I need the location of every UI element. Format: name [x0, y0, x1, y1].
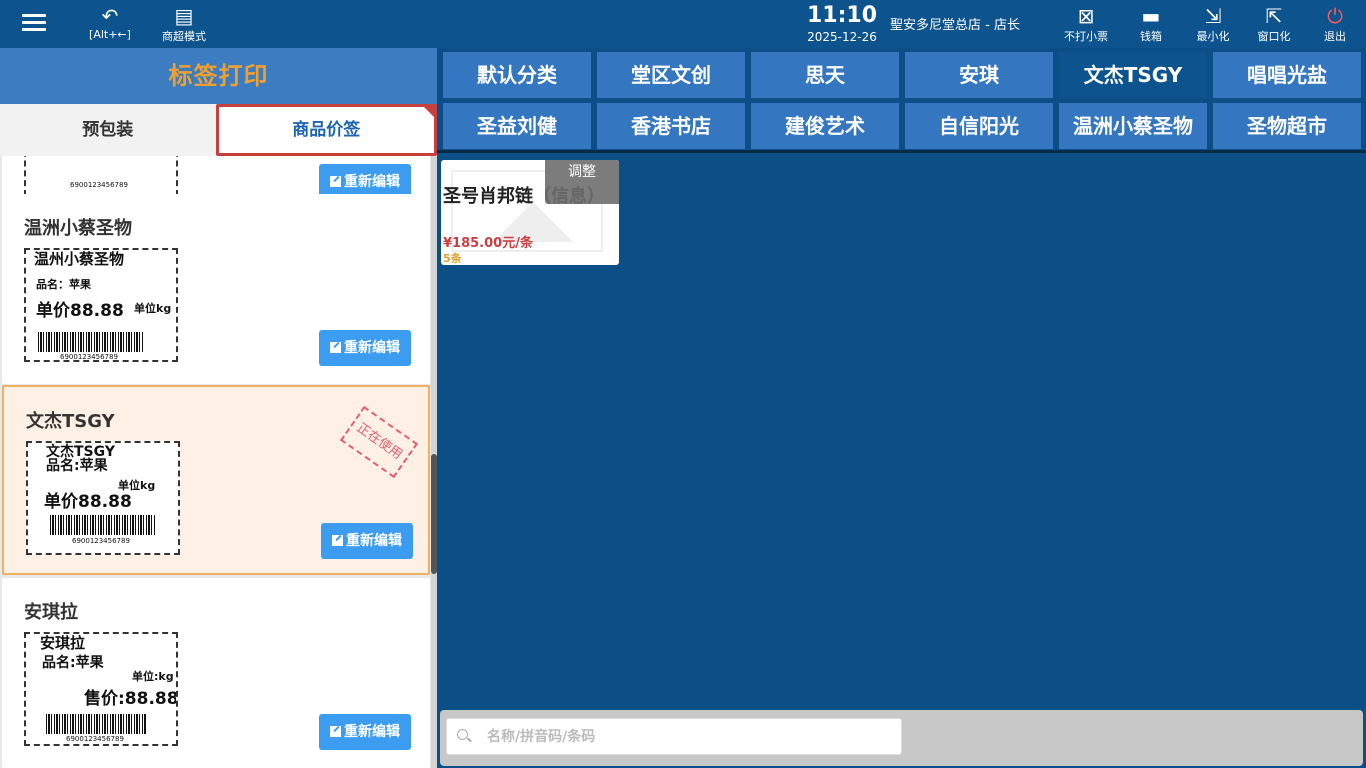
clock-date: 2025-12-26: [807, 30, 877, 44]
supermarket-mode-button[interactable]: ▤ 商超模式: [158, 4, 210, 44]
category-shengyi[interactable]: 圣益刘健: [443, 103, 591, 149]
panel-title: 标签打印: [0, 48, 437, 104]
category-sitian[interactable]: 思天: [751, 52, 899, 98]
template-name: 安琪拉: [24, 602, 78, 623]
label-preview: 安琪拉 品名:苹果 单位:kg 售价:88.88 6900123456789: [24, 632, 178, 746]
search-icon: [457, 729, 468, 740]
store-name: 聖安多尼堂总店 - 店长: [890, 18, 1020, 33]
clock: 11:10 2025-12-26: [806, 3, 878, 45]
template-card[interactable]: 安琪拉 安琪拉 品名:苹果 单位:kg 售价:88.88 69001234567…: [2, 578, 430, 768]
template-card-current[interactable]: 文杰TSGY 文杰TSGY 品名:苹果 单位kg 单价88.88 6900123…: [2, 385, 430, 575]
tab-prepackaged[interactable]: 预包装: [0, 104, 216, 156]
label-type-tabs: 预包装 商品价签: [0, 104, 437, 156]
category-default[interactable]: 默认分类: [443, 52, 591, 98]
template-name: 温洲小蔡圣物: [24, 218, 132, 239]
cash-box-icon: ▬: [1141, 4, 1161, 28]
no-receipt-button[interactable]: ⊠ 不打小票: [1060, 4, 1112, 44]
barcode: [46, 714, 146, 734]
re-edit-button[interactable]: 重新编辑: [319, 330, 411, 366]
category-wenzhou[interactable]: 温洲小蔡圣物: [1059, 103, 1207, 149]
minimize-icon: ⇲: [1204, 4, 1222, 28]
template-card[interactable]: 温洲小蔡圣物 温州小蔡圣物 品名：苹果 单价88.88 单位kg 6900123…: [2, 194, 430, 384]
printer-icon: ▤: [174, 4, 194, 28]
category-anqi[interactable]: 安琪: [905, 52, 1053, 98]
template-list[interactable]: 6900123456789 重新编辑 温洲小蔡圣物 温州小蔡圣物 品名：苹果 单…: [0, 156, 430, 768]
clock-time: 11:10: [806, 3, 878, 28]
barcode: [50, 515, 156, 535]
tab-price-tag[interactable]: 商品价签: [215, 104, 437, 156]
undo-icon: ↶: [101, 4, 119, 28]
barcode: [38, 332, 144, 352]
windowed-button[interactable]: ⇱ 窗口化: [1254, 4, 1294, 44]
windowed-icon: ⇱: [1265, 4, 1283, 28]
category-zixin[interactable]: 自信阳光: [905, 103, 1053, 149]
edit-icon: [330, 342, 341, 353]
cash-box-button[interactable]: ▬ 钱箱: [1136, 4, 1166, 44]
template-list-scrollbar[interactable]: [431, 156, 437, 768]
scrollbar-thumb[interactable]: [431, 454, 437, 574]
minimize-button[interactable]: ⇲ 最小化: [1193, 4, 1233, 44]
in-use-stamp: 正在使用: [339, 405, 419, 479]
label-preview: 文杰TSGY 品名:苹果 单位kg 单价88.88 6900123456789: [26, 441, 180, 555]
re-edit-button[interactable]: 重新编辑: [321, 523, 413, 559]
power-icon: ⏻: [1327, 4, 1343, 28]
exit-button[interactable]: ⏻ 退出: [1320, 4, 1350, 44]
category-wenjie[interactable]: 文杰TSGY: [1059, 52, 1207, 98]
label-preview: 6900123456789: [24, 156, 178, 196]
goods-price: ¥185.00元/条: [443, 236, 533, 251]
label-preview: 温州小蔡圣物 品名：苹果 单价88.88 单位kg 6900123456789: [24, 248, 178, 362]
bottom-bar: [440, 710, 1363, 766]
edit-icon: [330, 726, 341, 737]
top-bar: ↶ [Alt+←] ▤ 商超模式 11:10 2025-12-26 聖安多尼堂总…: [0, 0, 1366, 48]
edit-icon: [330, 176, 341, 187]
edit-icon: [332, 535, 343, 546]
category-changchang[interactable]: 唱唱光盐: [1213, 52, 1361, 98]
goods-card[interactable]: 圣号肖邦链（信息） ¥185.00元/条 5条 调整: [441, 160, 619, 265]
template-name: 文杰TSGY: [26, 411, 115, 432]
adjust-info-button[interactable]: 调整: [545, 160, 619, 204]
goods-stock: 5条: [443, 252, 462, 265]
category-supermarket[interactable]: 圣物超市: [1213, 103, 1361, 149]
no-receipt-icon: ⊠: [1077, 4, 1095, 28]
search-input[interactable]: [487, 725, 887, 749]
re-edit-button[interactable]: 重新编辑: [319, 714, 411, 750]
category-hk-bookstore[interactable]: 香港书店: [597, 103, 745, 149]
label-print-panel: 标签打印 预包装 商品价签 6900123456789 重新编辑 温洲小蔡圣物 …: [0, 48, 437, 768]
menu-icon[interactable]: [22, 14, 46, 34]
divider: [437, 150, 1366, 153]
category-parish[interactable]: 堂区文创: [597, 52, 745, 98]
category-jianjun[interactable]: 建俊艺术: [751, 103, 899, 149]
undo-button[interactable]: ↶ [Alt+←]: [88, 4, 132, 41]
search-box[interactable]: [446, 718, 902, 755]
